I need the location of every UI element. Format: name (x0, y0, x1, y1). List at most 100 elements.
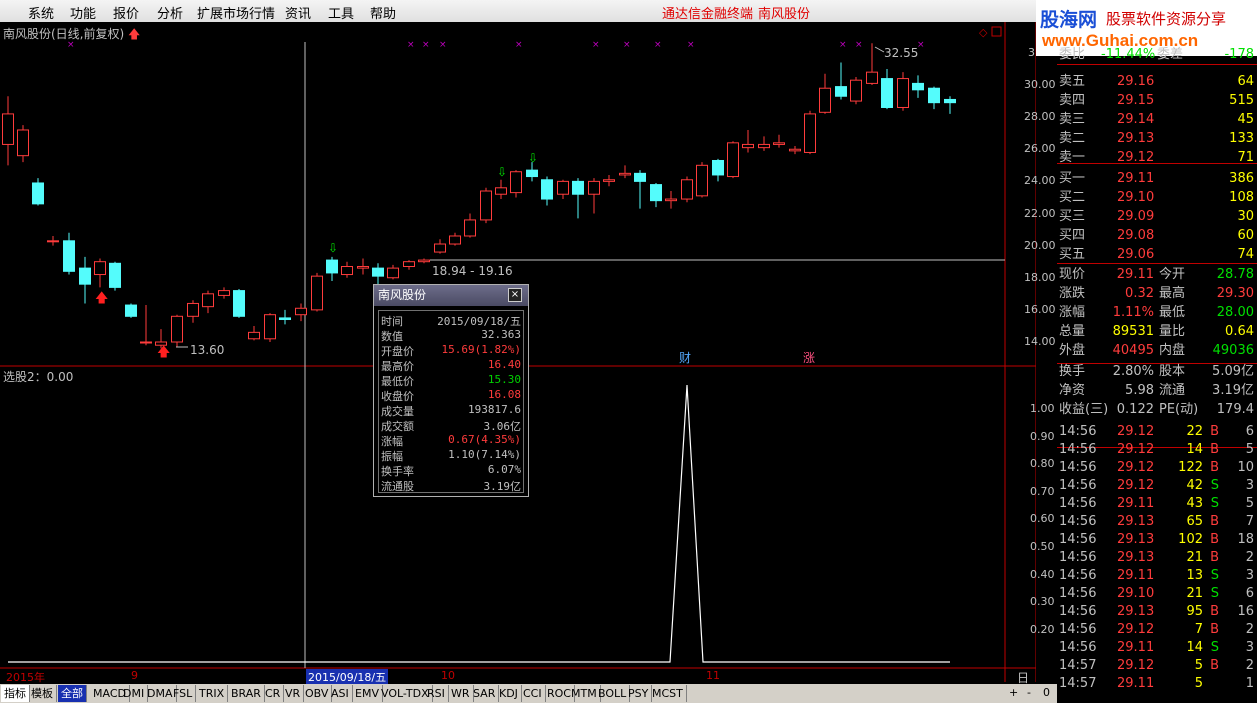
tick-row: 14:56 29.11 43 S 5 (1057, 495, 1257, 513)
candle (248, 325, 260, 341)
ask-label: 卖一 (1059, 150, 1086, 165)
tick-price: 29.12 (1117, 442, 1155, 457)
stat-label: 换手 (1059, 364, 1086, 379)
price-tick: 14.00 (1024, 335, 1056, 348)
tab-sar[interactable]: SAR (470, 685, 500, 702)
bid-row: 买一 29.11 386 (1057, 170, 1257, 188)
high-price-label: 32.55 (884, 46, 918, 60)
tick-volume: 22 (1186, 424, 1203, 439)
popup-row-label: 收盘价 (381, 390, 414, 403)
candle (17, 125, 29, 163)
tab-rsi[interactable]: RSI (424, 685, 449, 702)
tick-time: 14:57 (1059, 676, 1097, 691)
candle (341, 261, 353, 278)
bid-price: 29.11 (1117, 171, 1155, 186)
tick-count: 2 (1245, 622, 1254, 637)
tab-fsl[interactable]: FSL (170, 685, 197, 702)
candle (773, 134, 785, 148)
stat-row: 净资 5.98 流通 3.19亿 (1057, 382, 1257, 400)
tick-price: 29.11 (1117, 568, 1155, 583)
stat-value: 49036 (1212, 343, 1254, 358)
candle (326, 256, 338, 281)
menu-tools[interactable]: 工具 (328, 3, 354, 22)
tick-side: B (1210, 622, 1219, 637)
popup-row: 换手率 6.07% (379, 463, 525, 478)
tick-row: 14:56 29.13 21 B 2 (1057, 549, 1257, 567)
rise-mark: 涨 (803, 350, 815, 365)
tab-cci[interactable]: CCI (520, 685, 546, 702)
candle (819, 73, 831, 114)
tick-count: 7 (1245, 514, 1254, 529)
candle (449, 232, 461, 246)
menu-help[interactable]: 帮助 (370, 3, 396, 22)
tab-cr[interactable]: CR (262, 685, 285, 702)
indicator-label: 选股2：0.00 (3, 370, 74, 384)
candle (171, 314, 183, 347)
ask-row: 卖三 29.14 45 (1057, 111, 1257, 129)
info-popup[interactable]: 南风股份 × 时间 2015/09/18/五 数值 32.363 开盘价 15.69(1.… (373, 284, 529, 497)
indicator-tick: 0.70 (1030, 484, 1055, 498)
menu-news[interactable]: 资讯 (285, 3, 311, 22)
menu-system[interactable]: 系统 (28, 3, 54, 22)
candle (541, 176, 553, 206)
menu-quote[interactable]: 报价 (113, 3, 139, 22)
tick-row: 14:56 29.13 102 B 18 (1057, 531, 1257, 549)
tab-模板[interactable]: 模板 (28, 685, 57, 702)
zoom-out-button[interactable]: - (1027, 686, 1031, 699)
popup-body: 时间 2015/09/18/五 数值 32.363 开盘价 15.69(1.82%) 最高价… (378, 310, 524, 493)
popup-close-button[interactable]: × (508, 288, 522, 302)
tab-kdj[interactable]: KDJ (496, 685, 522, 702)
tab-全部[interactable]: 全部 (58, 685, 87, 702)
tick-price: 29.13 (1117, 604, 1155, 619)
reset-button[interactable]: 0 (1043, 686, 1050, 699)
candle (912, 75, 924, 98)
tick-price: 29.12 (1117, 478, 1155, 493)
indicator-tick: 1.00 (1030, 402, 1055, 415)
zoom-in-button[interactable]: + (1009, 686, 1018, 699)
popup-header[interactable]: 南风股份 × (374, 285, 528, 306)
expand-icon: ◇ (979, 26, 988, 39)
stat-row: 涨幅 1.11% 最低 28.00 (1057, 304, 1257, 322)
candle (418, 258, 430, 264)
ask-volume: 71 (1237, 150, 1254, 165)
stat-label: PE(动) (1159, 402, 1199, 417)
stat-value: 0.64 (1225, 324, 1254, 339)
ask-price: 29.15 (1117, 93, 1155, 108)
menu-function[interactable]: 功能 (70, 3, 96, 22)
candle (264, 313, 276, 342)
menu-analysis[interactable]: 分析 (157, 3, 183, 22)
tab-vr[interactable]: VR (282, 685, 305, 702)
tab-asi[interactable]: ASI (328, 685, 353, 702)
tick-row: 14:56 29.10 21 S 6 (1057, 585, 1257, 603)
tick-side: S (1210, 640, 1219, 655)
popup-row-value: 2015/09/18/五 (437, 315, 521, 328)
tick-volume: 42 (1186, 478, 1203, 493)
popup-row-value: 3.06亿 (483, 420, 522, 433)
tick-count: 3 (1245, 640, 1254, 655)
tab-mcst[interactable]: MCST (649, 685, 687, 702)
indicator-axis: 1.00 0.90 0.80 0.70 0.60 0.50 0.40 0.30 0.20 (1024, 366, 1055, 666)
tab-trix[interactable]: TRIX (196, 685, 229, 702)
popup-row-label: 最低价 (381, 375, 414, 388)
bid-volume: 386 (1229, 171, 1254, 186)
stat-value: 29.30 (1216, 286, 1254, 301)
tab-brar[interactable]: BRAR (228, 685, 265, 702)
tick-row: 14:57 29.12 5 B 2 (1057, 657, 1257, 675)
tick-count: 10 (1237, 460, 1254, 475)
tick-volume: 21 (1186, 586, 1203, 601)
bid-volume: 30 (1237, 209, 1254, 224)
tick-time: 14:56 (1059, 550, 1097, 565)
tick-volume: 14 (1186, 442, 1203, 457)
tick-time: 14:56 (1059, 478, 1097, 493)
tick-count: 3 (1245, 568, 1254, 583)
price-tick: 28.00 (1024, 110, 1056, 124)
stat-label: 流通 (1159, 383, 1186, 398)
tick-volume: 5 (1194, 676, 1203, 691)
tick-volume: 122 (1178, 460, 1203, 475)
tab-指标[interactable]: 指标 (1, 685, 30, 702)
tick-volume: 43 (1186, 496, 1203, 511)
tick-count: 5 (1245, 442, 1254, 457)
menu-extended-market[interactable]: 扩展市场行情 (197, 3, 275, 22)
candle (712, 158, 724, 182)
stat-label: 涨幅 (1059, 305, 1086, 320)
